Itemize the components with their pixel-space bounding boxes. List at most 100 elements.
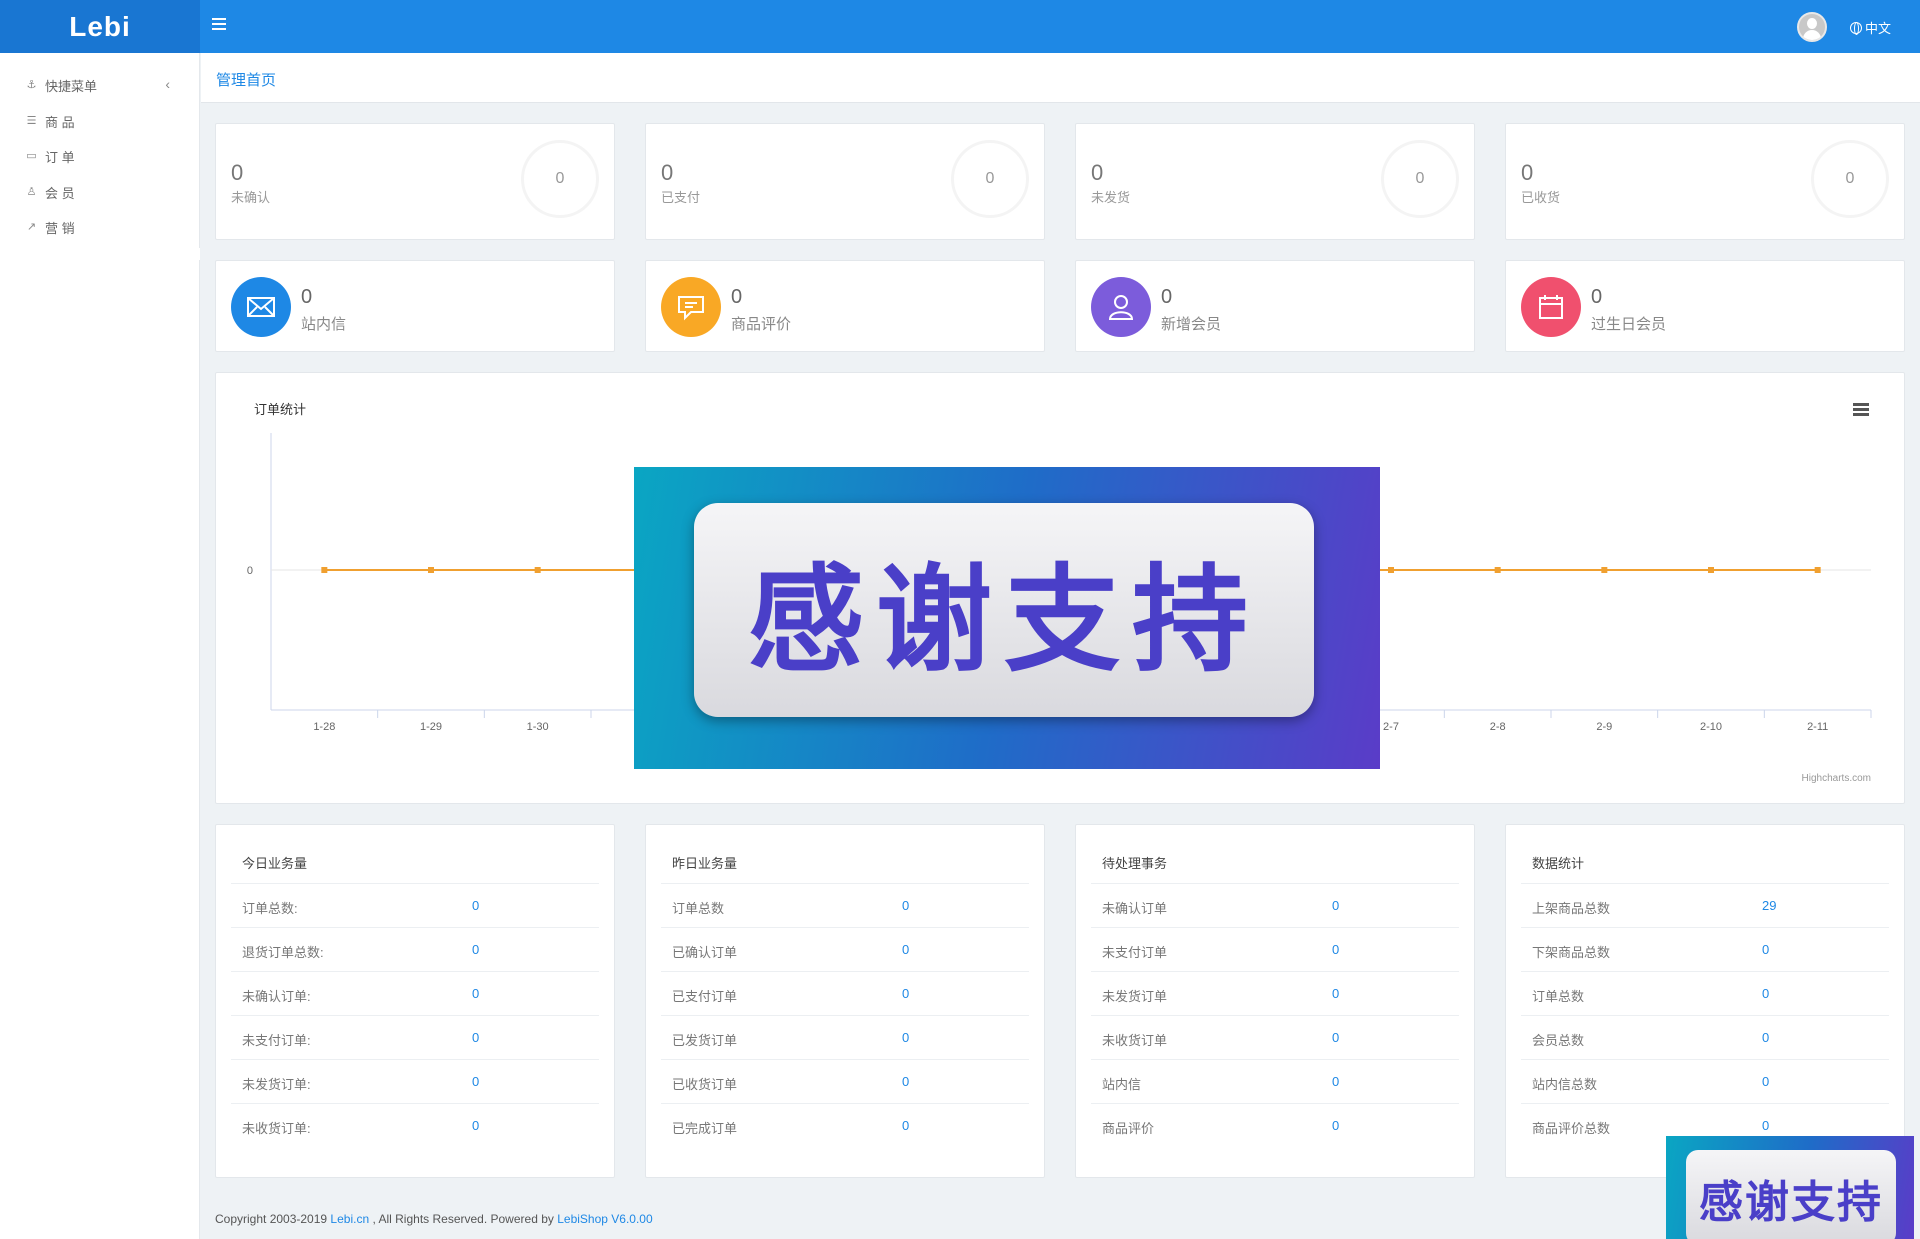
row-label: 未确认订单: [242,989,311,1004]
language-switcher[interactable]: 中文 [1850,18,1891,37]
table-card-yesterday: 昨日业务量 订单总数 0 已确认订单 0 已支付订单 0 已发货订单 0 已收货订单 0 已完成订单… [645,824,1045,1178]
chevron-left-icon[interactable]: ‹ [165,76,170,92]
stat-card-unconfirmed[interactable]: 0 未确认 0 [215,123,615,240]
sidebar-item-marketing[interactable]: ↗ 营 销 [0,212,200,242]
table-row: 站内信 0 [1091,1059,1459,1103]
row-value[interactable]: 29 [1762,898,1776,913]
breadcrumb-bar: 管理首页 [201,53,1920,103]
row-value[interactable]: 0 [472,986,479,1001]
table-row: 已收货订单 0 [661,1059,1029,1103]
table-row: 商品评价 0 [1091,1103,1459,1147]
sidebar-item-products[interactable]: ☰ 商 品 [0,106,200,136]
table-row: 订单总数 0 [661,883,1029,927]
anchor-icon: ⚓ [26,78,37,91]
row-value[interactable]: 0 [1332,986,1339,1001]
stat-value: 0 [661,160,674,185]
sidebar-item-label: 商 品 [45,114,75,130]
logo[interactable]: Lebi [0,0,200,53]
row-value[interactable]: 0 [902,1030,909,1045]
stat-label: 未发货 [1091,190,1131,205]
row-value[interactable]: 0 [1762,1074,1769,1089]
stat-value: 0 [1091,160,1104,185]
row-label: 未收货订单: [242,1121,311,1136]
thanks-banner: 感谢支持 [634,467,1380,769]
top-navbar: Lebi 中文 [0,0,1920,53]
table-title: 数据统计 [1532,856,1585,871]
data-point [1814,567,1821,573]
row-value[interactable]: 0 [1332,1118,1339,1133]
table-row: 未支付订单 0 [1091,927,1459,971]
user-avatar[interactable] [1797,12,1827,42]
row-label: 站内信总数 [1532,1077,1598,1092]
table-row: 已发货订单 0 [661,1015,1029,1059]
row-value[interactable]: 0 [1332,942,1339,957]
info-card-new-members[interactable]: 0 新增会员 [1075,260,1475,352]
info-card-birthday-members[interactable]: 0 过生日会员 [1505,260,1905,352]
thanks-pill-small: 感谢支持 [1686,1150,1896,1239]
table-row: 已确认订单 0 [661,927,1029,971]
row-value[interactable]: 0 [1762,942,1769,957]
x-tick-label: 1-28 [313,721,335,733]
row-value[interactable]: 0 [472,1074,479,1089]
thanks-banner-small: 感谢支持 [1666,1136,1914,1239]
y-tick-label: 0 [247,565,253,577]
info-label: 过生日会员 [1591,316,1667,333]
row-value[interactable]: 0 [1332,1030,1339,1045]
stat-ring: 0 [1381,140,1459,218]
footer-site-link[interactable]: Lebi.cn [330,1212,369,1226]
table-title: 待处理事务 [1102,856,1168,871]
stat-card-unshipped[interactable]: 0 未发货 0 [1075,123,1475,240]
row-value[interactable]: 0 [472,942,479,957]
row-value[interactable]: 0 [1762,1030,1769,1045]
user-icon [1091,277,1151,337]
table-row: 订单总数: 0 [231,883,599,927]
sidebar-item-shortcuts[interactable]: ⚓ 快捷菜单 ‹ [0,70,200,100]
sidebar-item-members[interactable]: ♙ 会 员 [0,177,200,207]
data-point [534,567,541,573]
table-row: 会员总数 0 [1521,1015,1889,1059]
row-value[interactable]: 0 [472,1030,479,1045]
row-label: 订单总数: [242,901,298,916]
info-label: 新增会员 [1161,316,1222,333]
sidebar-item-label: 会 员 [45,185,75,201]
stat-value: 0 [1521,160,1534,185]
table-card-today: 今日业务量 订单总数: 0 退货订单总数: 0 未确认订单: 0 未支付订单: 0 未发货订单:… [215,824,615,1178]
row-value[interactable]: 0 [1332,1074,1339,1089]
footer-product-link[interactable]: LebiShop V6.0.00 [557,1212,652,1226]
stat-card-received[interactable]: 0 已收货 0 [1505,123,1905,240]
row-label: 已完成订单 [672,1121,738,1136]
table-title: 今日业务量 [242,856,308,871]
row-value[interactable]: 0 [1762,986,1769,1001]
row-value[interactable]: 0 [472,898,479,913]
stat-label: 已支付 [661,190,701,205]
row-value[interactable]: 0 [902,986,909,1001]
row-value[interactable]: 0 [1332,898,1339,913]
data-point [1388,567,1394,573]
row-value[interactable]: 0 [902,898,909,913]
footer: Copyright 2003-2019 Lebi.cn , All Rights… [215,1212,653,1226]
row-label: 已发货订单 [672,1033,738,1048]
menu-toggle-icon[interactable] [212,18,226,30]
row-label: 商品评价总数 [1532,1121,1611,1136]
row-label: 站内信 [1102,1077,1142,1092]
row-value[interactable]: 0 [902,1074,909,1089]
row-value[interactable]: 0 [902,942,909,957]
sidebar-item-label: 快捷菜单 [45,78,98,94]
row-value[interactable]: 0 [902,1118,909,1133]
table-row: 已支付订单 0 [661,971,1029,1015]
info-card-messages[interactable]: 0 站内信 [215,260,615,352]
row-value[interactable]: 0 [1762,1118,1769,1133]
sidebar-item-label: 营 销 [45,220,75,236]
row-value[interactable]: 0 [472,1118,479,1133]
x-tick-label: 2-7 [1383,721,1399,733]
table-row: 未确认订单: 0 [231,971,599,1015]
x-tick-label: 2-8 [1490,721,1506,733]
sidebar-item-orders[interactable]: ▭ 订 单 [0,141,200,171]
breadcrumb[interactable]: 管理首页 [216,69,276,90]
info-card-reviews[interactable]: 0 商品评价 [645,260,1045,352]
stat-card-paid[interactable]: 0 已支付 0 [645,123,1045,240]
chart-credit[interactable]: Highcharts.com [1802,773,1871,784]
sidebar: ⚓ 快捷菜单 ‹ ☰ 商 品 ▭ 订 单 ♙ 会 员 ↗ 营 销 [0,53,200,1239]
mail-icon [231,277,291,337]
info-value: 0 [1591,286,1603,308]
